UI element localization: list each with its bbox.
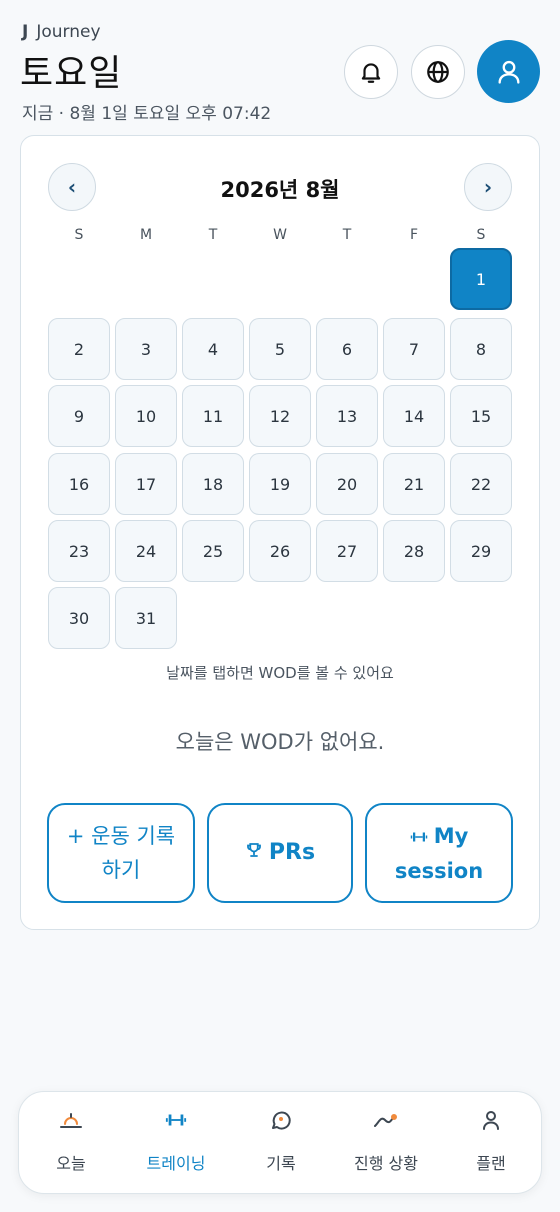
calendar-hint: 날짜를 탭하면 WOD를 볼 수 있어요 [166,664,394,682]
sunrise-icon [60,1113,82,1128]
calendar-day[interactable]: 23 [48,520,110,582]
my-session-label: My session [394,823,484,883]
weekday-label: T [342,227,352,243]
empty-wod-message: 오늘은 WOD가 없어요. [175,730,385,754]
nav-label: 오늘 [56,1154,86,1173]
brand: J Journey [22,22,101,42]
globe-icon [427,61,449,83]
calendar-day[interactable]: 26 [249,520,311,582]
user-icon [498,60,519,84]
weekday-label: M [139,227,153,243]
weekday-label: W [273,227,287,243]
current-datetime: 지금 · 8월 1일 토요일 오후 07:42 [22,104,272,124]
calendar-day[interactable]: 30 [48,587,110,649]
calendar-day[interactable]: 10 [115,385,177,447]
calendar-day[interactable]: 7 [383,318,445,380]
calendar-day[interactable]: 14 [383,385,445,447]
calendar-day[interactable]: 28 [383,520,445,582]
calendar-day[interactable]: 12 [249,385,311,447]
trophy-icon [245,836,263,870]
calendar-day[interactable]: 25 [182,520,244,582]
log-workout-button[interactable]: + 운동 기록하기 [47,803,195,903]
language-button[interactable] [411,45,465,99]
calendar-day[interactable]: 18 [182,453,244,515]
calendar-card: ‹ 2026년 8월 › SMTWTFS 1 2 3 4 5 6 7 8 9 10 11 12 13 14… [20,135,540,930]
profile-button[interactable] [477,40,540,103]
nav-progress[interactable]: 진행 상황 [334,1092,438,1195]
calendar-day[interactable]: 8 [450,318,512,380]
calendar-day[interactable]: 13 [316,385,378,447]
calendar-day[interactable]: 15 [450,385,512,447]
prs-label: PRs [268,840,316,865]
nav-records[interactable]: 기록 [229,1092,333,1195]
nav-plan[interactable]: 플랜 [439,1092,543,1195]
calendar-day[interactable]: 9 [48,385,110,447]
calendar-day[interactable]: 20 [316,453,378,515]
next-month-button[interactable]: › [464,163,512,211]
nav-today[interactable]: 오늘 [19,1092,123,1195]
page-title: 토요일 [20,53,123,94]
brand-name: Journey [36,22,101,42]
person-icon [483,1111,499,1130]
calendar-day[interactable]: 5 [249,318,311,380]
weekday-label: F [409,227,419,243]
nav-training[interactable]: 트레이닝 [124,1092,228,1195]
my-session-button[interactable]: My session [365,803,513,903]
calendar-day[interactable]: 22 [450,453,512,515]
dumbbell-icon [410,820,428,854]
bottom-nav: 오늘 트레이닝 기록 진행 상황 플랜 [18,1091,542,1194]
nav-label: 트레이닝 [146,1154,206,1173]
dumbbell-icon [165,1114,187,1126]
notifications-button[interactable] [344,45,398,99]
prs-button[interactable]: PRs [207,803,353,903]
calendar-day[interactable]: 4 [182,318,244,380]
calendar-day[interactable]: 11 [182,385,244,447]
calendar-day[interactable]: 16 [48,453,110,515]
calendar-day[interactable]: 31 [115,587,177,649]
chat-icon [272,1111,291,1130]
calendar-day[interactable]: 17 [115,453,177,515]
calendar-day[interactable]: 24 [115,520,177,582]
log-workout-label: + 운동 기록하기 [66,824,176,882]
calendar-day[interactable]: 2 [48,318,110,380]
nav-label: 플랜 [476,1154,506,1173]
calendar-day[interactable]: 29 [450,520,512,582]
weekday-label: S [74,227,84,243]
brand-logo: J [22,22,29,42]
calendar-day[interactable]: 27 [316,520,378,582]
calendar-day[interactable]: 21 [383,453,445,515]
nav-label: 진행 상황 [354,1154,418,1173]
calendar-day-selected[interactable]: 1 [450,248,512,310]
nav-label: 기록 [266,1154,296,1173]
weekday-label: T [208,227,218,243]
calendar-day[interactable]: 19 [249,453,311,515]
month-label: 2026년 8월 [220,178,340,202]
bell-icon [361,63,381,83]
calendar-day[interactable]: 6 [316,318,378,380]
calendar-day[interactable]: 3 [115,318,177,380]
weekday-label: S [476,227,486,243]
trend-icon [374,1114,397,1127]
